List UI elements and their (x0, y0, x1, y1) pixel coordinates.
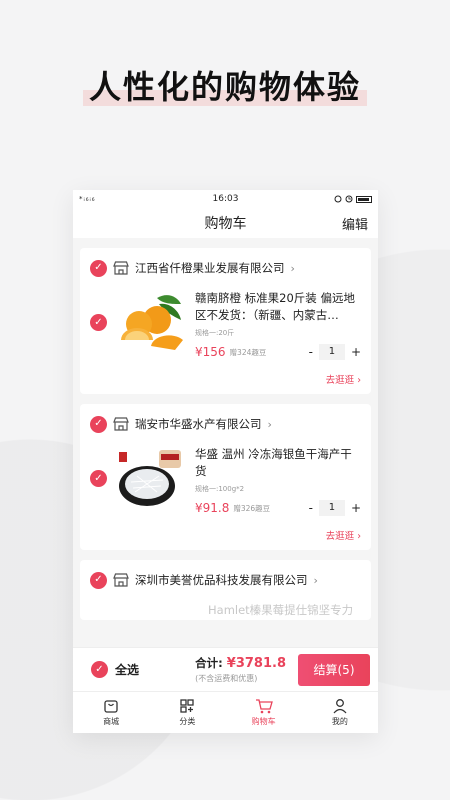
select-all-label[interactable]: 全选 (115, 661, 195, 678)
edit-button[interactable]: 编辑 (342, 214, 368, 233)
tab-label: 商城 (103, 717, 120, 726)
tab-profile[interactable]: 我的 (302, 692, 378, 733)
store-name: 深圳市美誉优品科技发展有限公司 (135, 573, 308, 587)
total-line: 合计: ¥3781.8 (195, 655, 286, 671)
tab-mall[interactable]: 商城 (73, 692, 149, 733)
total-amount: ¥3781.8 (226, 656, 286, 671)
chevron-right-icon: › (290, 261, 295, 275)
quantity-input[interactable]: 1 (318, 500, 345, 516)
total-box: 合计: ¥3781.8 (不含运费和优惠) (195, 655, 286, 684)
quantity-input[interactable]: 1 (318, 344, 345, 360)
chevron-right-icon: › (313, 573, 318, 587)
plus-button[interactable]: + (351, 501, 361, 515)
quantity-stepper: - 1 + (309, 500, 361, 516)
item-spec: 规格一:20斤 (195, 329, 235, 337)
price-row: ¥156 赠324趣豆 - 1 + (195, 344, 361, 360)
phone-screen: *ᵢ₆ᵢ₆ 16:03 购物车 编辑 ✓ 江西省仟橙果业发展有限公司 › ✓ 赣… (73, 190, 378, 733)
store-checkbox[interactable]: ✓ (90, 415, 107, 433)
checkout-button[interactable]: 结算(5) (298, 653, 370, 686)
store-icon (113, 261, 129, 275)
grid-icon (180, 699, 195, 713)
item-info: 华盛 温州 冷冻海银鱼干海产干货 规格一:100g*2 ¥91.8 赠326趣豆… (195, 446, 361, 516)
store-header[interactable]: ✓ 深圳市美誉优品科技发展有限公司 › (90, 570, 361, 590)
store-icon (113, 417, 129, 431)
tab-label: 我的 (331, 717, 348, 726)
item-price: ¥156 (195, 345, 226, 359)
bag-icon (104, 700, 118, 713)
page-title: 购物车 (204, 216, 247, 232)
store-icon (113, 573, 129, 587)
item-title[interactable]: Hamlet榛果莓提仕锦坚专力 (208, 602, 361, 618)
status-icons (312, 195, 372, 203)
status-time: 16:03 (212, 194, 239, 204)
tab-label: 购物车 (251, 717, 276, 726)
battery-icon (356, 195, 372, 203)
store-header[interactable]: ✓ 江西省仟橙果业发展有限公司 › (90, 258, 361, 278)
total-label: 合计: (195, 656, 223, 670)
item-spec: 规格一:100g*2 (195, 485, 245, 493)
price-row: ¥91.8 赠326趣豆 - 1 + (195, 500, 361, 516)
cart-item: ✓ 赣南脐橙 标准果20斤装 偏远地区不发货：（新疆、内蒙古… 规格一:20斤 … (90, 290, 361, 360)
browse-store-link[interactable]: 去逛逛 › (90, 372, 361, 386)
tab-cart[interactable]: 购物车 (226, 692, 302, 733)
minus-button[interactable]: - (309, 345, 313, 359)
item-title[interactable]: 赣南脐橙 标准果20斤装 偏远地区不发货：（新疆、内蒙古… (195, 290, 361, 324)
signal-icon: *ᵢ₆ᵢ₆ (79, 195, 96, 203)
store-card: ✓ 江西省仟橙果业发展有限公司 › ✓ 赣南脐橙 标准果20斤装 偏远地区不发货… (80, 248, 371, 394)
promo-headline: 人性化的购物体验 (82, 62, 368, 108)
item-gift-points: 赠324趣豆 (229, 347, 267, 357)
select-all-checkbox[interactable]: ✓ (91, 661, 108, 678)
total-note: (不含运费和优惠) (195, 674, 258, 683)
store-name: 瑞安市华盛水产有限公司 (135, 417, 262, 431)
tab-label: 分类 (179, 717, 196, 726)
item-gift-points: 赠326趣豆 (233, 503, 271, 513)
clock-icon (345, 195, 353, 203)
checkout-bar: ✓ 全选 合计: ¥3781.8 (不含运费和优惠) 结算(5) (73, 647, 378, 691)
minus-button[interactable]: - (309, 501, 313, 515)
store-header[interactable]: ✓ 瑞安市华盛水产有限公司 › (90, 414, 361, 434)
tab-category[interactable]: 分类 (149, 692, 225, 733)
plus-button[interactable]: + (351, 345, 361, 359)
item-price: ¥91.8 (195, 501, 230, 515)
chevron-right-icon: › (267, 417, 272, 431)
item-checkbox[interactable]: ✓ (90, 314, 107, 331)
orange-product-image[interactable] (115, 290, 185, 352)
nav-bar: 购物车 编辑 (73, 208, 378, 238)
store-checkbox[interactable]: ✓ (90, 259, 107, 277)
store-name: 江西省仟橙果业发展有限公司 (135, 261, 285, 275)
store-card: ✓ 瑞安市华盛水产有限公司 › ✓ 华盛 温州 冷冻海银鱼干海产干货 规格一:1 (80, 404, 371, 550)
quantity-stepper: - 1 + (309, 344, 361, 360)
item-info: 赣南脐橙 标准果20斤装 偏远地区不发货：（新疆、内蒙古… 规格一:20斤 ¥1… (195, 290, 361, 360)
cart-list: ✓ 江西省仟橙果业发展有限公司 › ✓ 赣南脐橙 标准果20斤装 偏远地区不发货… (73, 238, 378, 620)
promo-headline-wrap: 人性化的购物体验 (0, 62, 450, 108)
cart-item: ✓ 华盛 温州 冷冻海银鱼干海产干货 规格一:100g*2 ¥91.8 赠326… (90, 446, 361, 516)
item-title[interactable]: 华盛 温州 冷冻海银鱼干海产干货 (195, 446, 361, 480)
dried-fish-product-image[interactable] (115, 446, 185, 508)
cart-icon (255, 699, 273, 714)
status-bar: *ᵢ₆ᵢ₆ 16:03 (73, 190, 378, 208)
user-icon (333, 699, 347, 714)
browse-store-link[interactable]: 去逛逛 › (90, 528, 361, 542)
store-card: ✓ 深圳市美誉优品科技发展有限公司 › Hamlet榛果莓提仕锦坚专力 (80, 560, 371, 620)
alarm-icon (334, 195, 342, 203)
store-checkbox[interactable]: ✓ (90, 571, 107, 589)
item-checkbox[interactable]: ✓ (90, 470, 107, 487)
tab-bar: 商城 分类 购物车 我的 (73, 691, 378, 733)
